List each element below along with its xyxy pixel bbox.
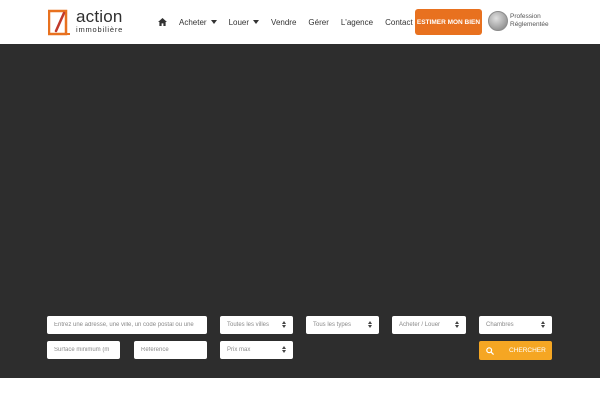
nav-contact-label: Contact bbox=[385, 17, 413, 27]
site-logo[interactable]: action immobilière bbox=[48, 8, 138, 36]
transaction-select-value: Acheter / Louer bbox=[399, 322, 441, 328]
nav-gerer-label: Gérer bbox=[308, 17, 329, 27]
surface-field[interactable] bbox=[47, 341, 120, 359]
address-search-field[interactable] bbox=[47, 316, 207, 334]
select-arrows-icon bbox=[282, 321, 287, 329]
page-footer-strip bbox=[0, 378, 600, 400]
home-icon bbox=[158, 18, 167, 26]
badge-line2: Réglementée bbox=[510, 21, 549, 28]
select-arrows-icon bbox=[455, 321, 460, 329]
chevron-down-icon bbox=[253, 20, 260, 24]
nav-agence-label: L'agence bbox=[340, 17, 374, 27]
select-arrows-icon bbox=[541, 321, 546, 329]
reference-field[interactable] bbox=[134, 341, 207, 359]
price-select[interactable]: Prix max bbox=[220, 341, 293, 359]
select-arrows-icon bbox=[368, 321, 373, 329]
estimate-button[interactable]: ESTIMER MON BIEN bbox=[415, 9, 482, 35]
price-select-value: Prix max bbox=[227, 347, 251, 353]
rooms-select[interactable]: Chambres bbox=[479, 316, 552, 334]
transaction-select[interactable]: Acheter / Louer bbox=[392, 316, 466, 334]
nav-home[interactable] bbox=[158, 18, 167, 26]
site-header: action immobilière Acheter Louer Vendre … bbox=[0, 0, 600, 44]
chevron-down-icon bbox=[210, 20, 217, 24]
nav-acheter-label: Acheter bbox=[179, 17, 207, 27]
main-nav: Acheter Louer Vendre Gérer L'agence Cont… bbox=[158, 14, 435, 30]
nav-vendre[interactable]: Vendre bbox=[271, 18, 296, 27]
profession-badge: Profession Réglementée bbox=[488, 11, 549, 31]
nav-gerer[interactable]: Gérer bbox=[308, 18, 328, 27]
search-submit-button[interactable]: CHERCHER bbox=[479, 341, 552, 360]
reference-input[interactable] bbox=[141, 347, 207, 353]
search-icon bbox=[486, 346, 494, 355]
nav-vendre-label: Vendre bbox=[271, 17, 297, 27]
seal-icon bbox=[488, 11, 508, 31]
logo-mark-icon bbox=[48, 9, 70, 35]
city-select-value: Toutes les villes bbox=[227, 322, 270, 328]
nav-agence[interactable]: L'agence bbox=[341, 18, 373, 27]
search-submit-label: CHERCHER bbox=[509, 347, 546, 354]
badge-line1: Profession bbox=[510, 13, 541, 21]
nav-louer[interactable]: Louer bbox=[228, 17, 260, 27]
rooms-select-value: Chambres bbox=[486, 322, 514, 328]
city-select[interactable]: Toutes les villes bbox=[220, 316, 293, 334]
logo-subtitle: immobilière bbox=[76, 25, 124, 35]
type-select-value: Tous les types bbox=[313, 322, 352, 328]
nav-louer-label: Louer bbox=[228, 17, 250, 27]
select-arrows-icon bbox=[282, 346, 287, 354]
surface-input[interactable] bbox=[54, 347, 120, 353]
logo-wordmark: action bbox=[76, 7, 123, 27]
address-search-input[interactable] bbox=[54, 322, 207, 328]
type-select[interactable]: Tous les types bbox=[306, 316, 379, 334]
nav-acheter[interactable]: Acheter bbox=[179, 18, 217, 27]
